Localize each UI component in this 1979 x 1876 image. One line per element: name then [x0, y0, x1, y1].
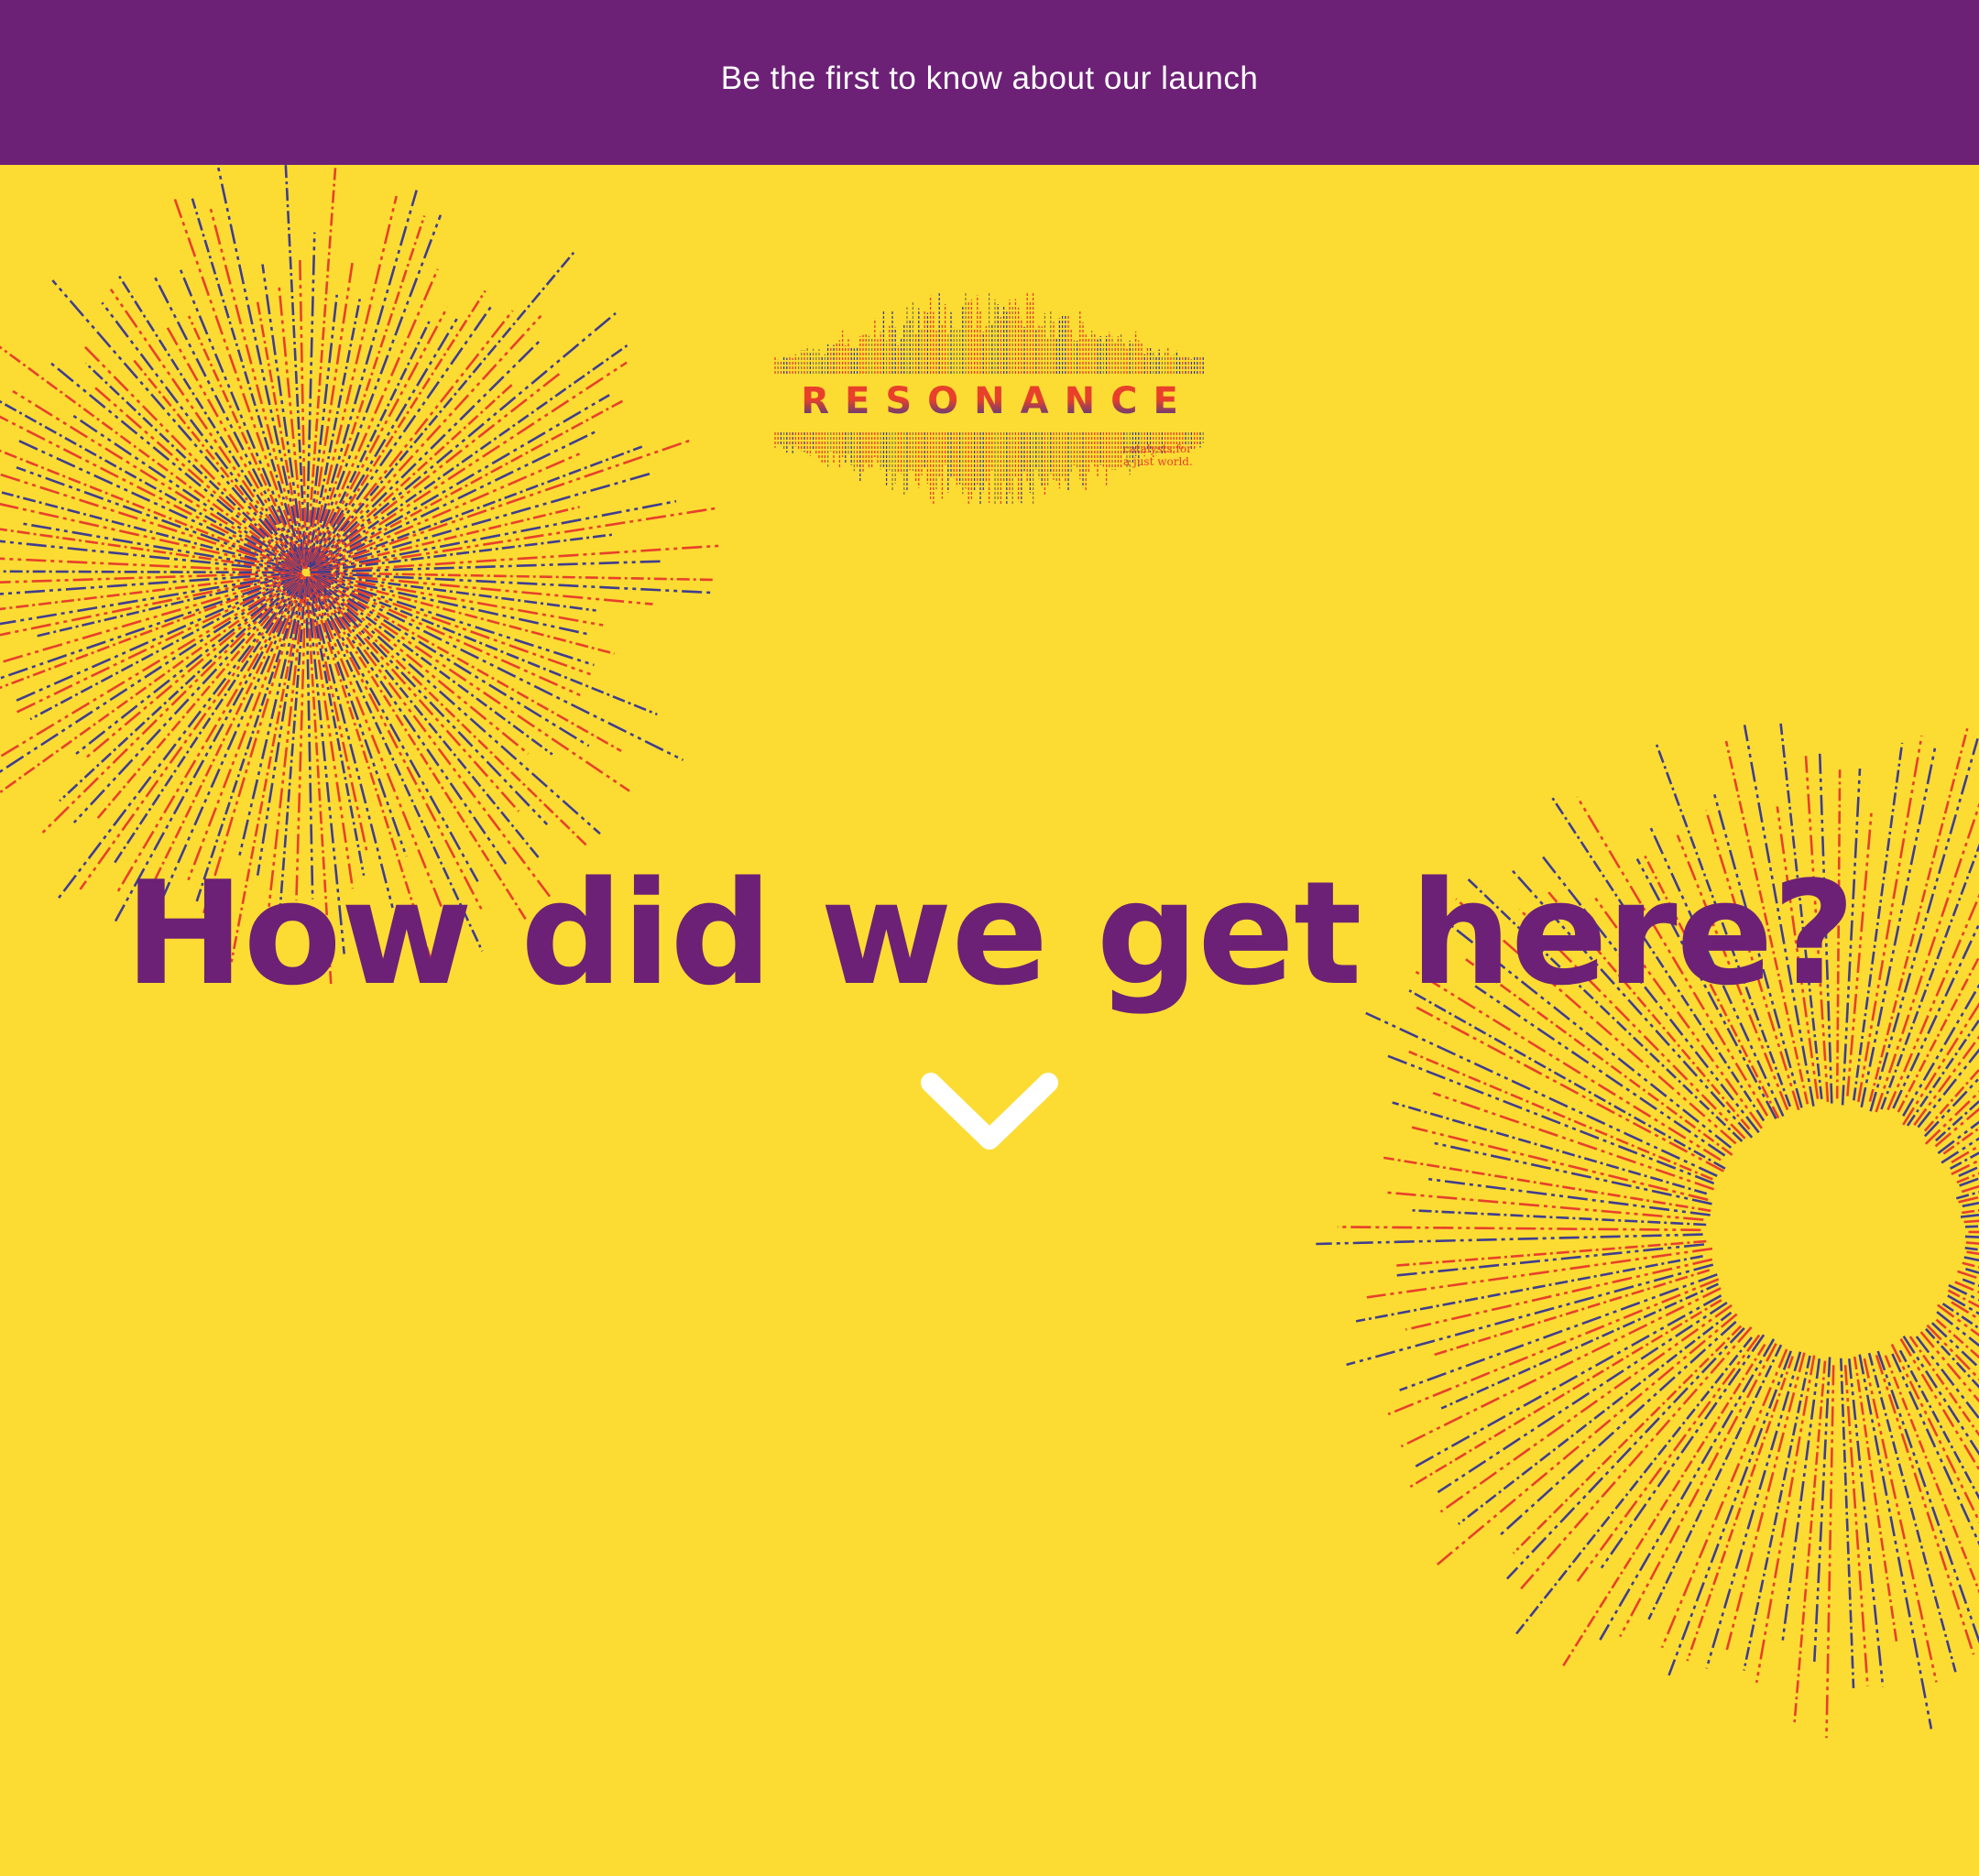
- right-starburst-ray: [1937, 1303, 1979, 1337]
- right-starburst-ray: [1843, 1365, 1869, 1687]
- right-starburst-ray: [1355, 1255, 1703, 1323]
- right-starburst-ray: [1432, 1091, 1715, 1191]
- page: Be the first to know about our launch RE…: [0, 0, 1979, 1876]
- right-starburst-ray: [1337, 1226, 1701, 1232]
- right-starburst-ray: [1515, 1336, 1754, 1635]
- right-starburst-ray: [1383, 1053, 1715, 1185]
- logo-tagline-line-1: catalysts for: [1123, 442, 1192, 455]
- scroll-down-button[interactable]: [916, 1063, 1063, 1154]
- right-starburst-ray: [1951, 1301, 1979, 1321]
- right-starburst-ray: [1366, 1247, 1713, 1299]
- right-starburst-ray: [1387, 1278, 1720, 1416]
- right-starburst-ray: [1425, 1177, 1711, 1216]
- right-starburst-ray: [1411, 1294, 1722, 1469]
- right-starburst-ray: [1316, 1233, 1703, 1246]
- logo-tagline-line-2: a just world.: [1123, 455, 1193, 468]
- right-starburst-ray: [1947, 1289, 1979, 1308]
- right-starburst-ray: [1598, 1334, 1766, 1572]
- right-starburst-ray: [1968, 1230, 1979, 1234]
- right-starburst-ray: [1346, 1263, 1714, 1367]
- right-starburst-ray: [1383, 1156, 1711, 1213]
- logo-tagline: catalysts for a just world.: [1123, 442, 1206, 468]
- banner-text: Be the first to know about our launch: [720, 60, 1259, 96]
- right-starburst-ray: [1393, 1239, 1707, 1268]
- launch-signup-banner[interactable]: Be the first to know about our launch: [0, 0, 1979, 165]
- right-starburst-ray: [1863, 1358, 1938, 1683]
- right-starburst-ray: [1825, 1365, 1835, 1739]
- right-starburst-ray: [1416, 1006, 1724, 1172]
- right-starburst-ray: [1399, 1273, 1718, 1391]
- right-starburst-ray: [1437, 1302, 1728, 1494]
- resonance-logo[interactable]: RESONANCE catalysts for a just world.: [770, 293, 1209, 504]
- right-starburst-ray: [1411, 1209, 1707, 1227]
- right-starburst-ray: [1440, 1282, 1719, 1410]
- chevron-down-icon: [921, 1073, 1058, 1150]
- hero-headline: How did we get here?: [125, 850, 1855, 1017]
- right-starburst-ray: [1926, 1324, 1979, 1381]
- right-starburst-ray: [1619, 1343, 1777, 1638]
- logo-wordmark: RESONANCE: [770, 383, 1209, 420]
- right-starburst-ray: [1793, 1360, 1827, 1726]
